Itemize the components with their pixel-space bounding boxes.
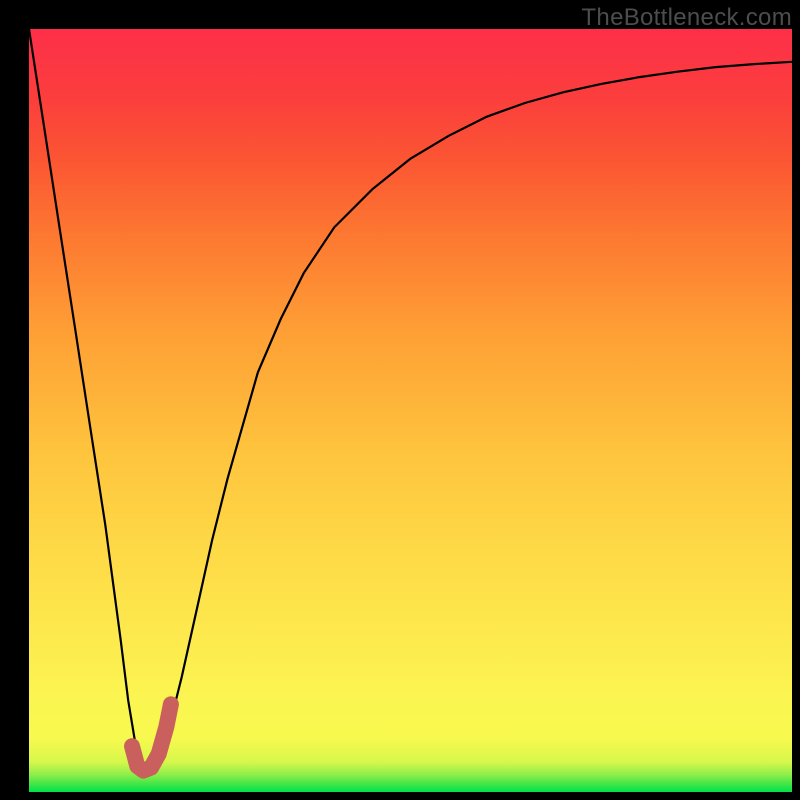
- chart-frame: TheBottleneck.com: [0, 0, 800, 800]
- bottleneck-curve: [29, 29, 792, 769]
- chart-svg: [29, 29, 792, 792]
- watermark-text: TheBottleneck.com: [581, 4, 792, 32]
- accent-segment: [132, 704, 171, 770]
- plot-area: [29, 29, 792, 792]
